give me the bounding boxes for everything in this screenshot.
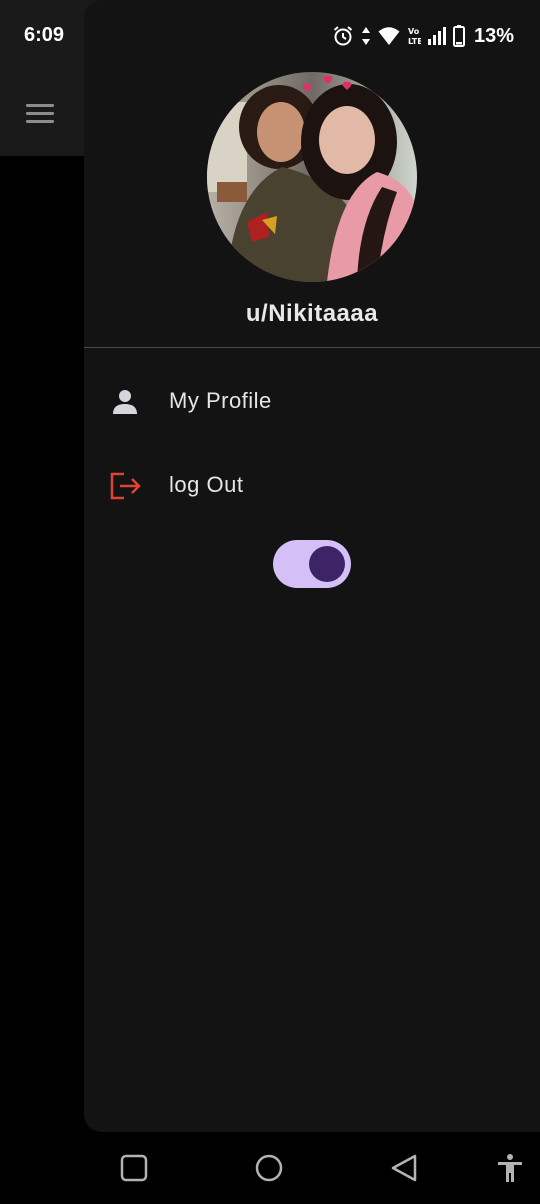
volte-icon: Vo LTE	[407, 26, 421, 46]
home-circle-icon[interactable]	[253, 1152, 285, 1184]
profile-avatar[interactable]	[207, 72, 417, 282]
battery-percentage: 13%	[473, 24, 514, 47]
menu-item-log-out[interactable]: log Out	[84, 453, 540, 517]
divider	[84, 347, 540, 348]
menu-item-label: log Out	[169, 472, 244, 497]
data-arrows-icon	[361, 25, 371, 47]
menu-item-label: My Profile	[169, 388, 272, 413]
navigation-drawer: u/Nikitaaaa My Profile log Out	[84, 0, 540, 1132]
signal-icon	[427, 27, 446, 45]
menu-item-my-profile[interactable]: My Profile	[84, 369, 540, 433]
recents-square-icon[interactable]	[118, 1152, 150, 1184]
theme-toggle-switch[interactable]	[273, 540, 351, 588]
logout-icon	[110, 471, 141, 501]
svg-text:Vo: Vo	[408, 27, 420, 36]
svg-text:LTE: LTE	[408, 37, 421, 46]
hamburger-menu-icon[interactable]	[26, 102, 56, 124]
accessibility-icon[interactable]	[494, 1152, 526, 1184]
person-icon	[110, 387, 140, 417]
back-triangle-icon[interactable]	[388, 1152, 420, 1184]
status-bar: 6:09 Vo LTE 13%	[0, 0, 540, 72]
status-icons: Vo LTE 13%	[332, 24, 514, 48]
wifi-icon	[378, 26, 400, 46]
toggle-knob	[309, 546, 345, 582]
alarm-icon	[332, 25, 354, 47]
battery-icon	[452, 25, 465, 47]
username: u/Nikitaaaa	[245, 300, 379, 327]
status-time: 6:09	[24, 24, 65, 46]
system-nav-bar	[0, 1132, 540, 1204]
